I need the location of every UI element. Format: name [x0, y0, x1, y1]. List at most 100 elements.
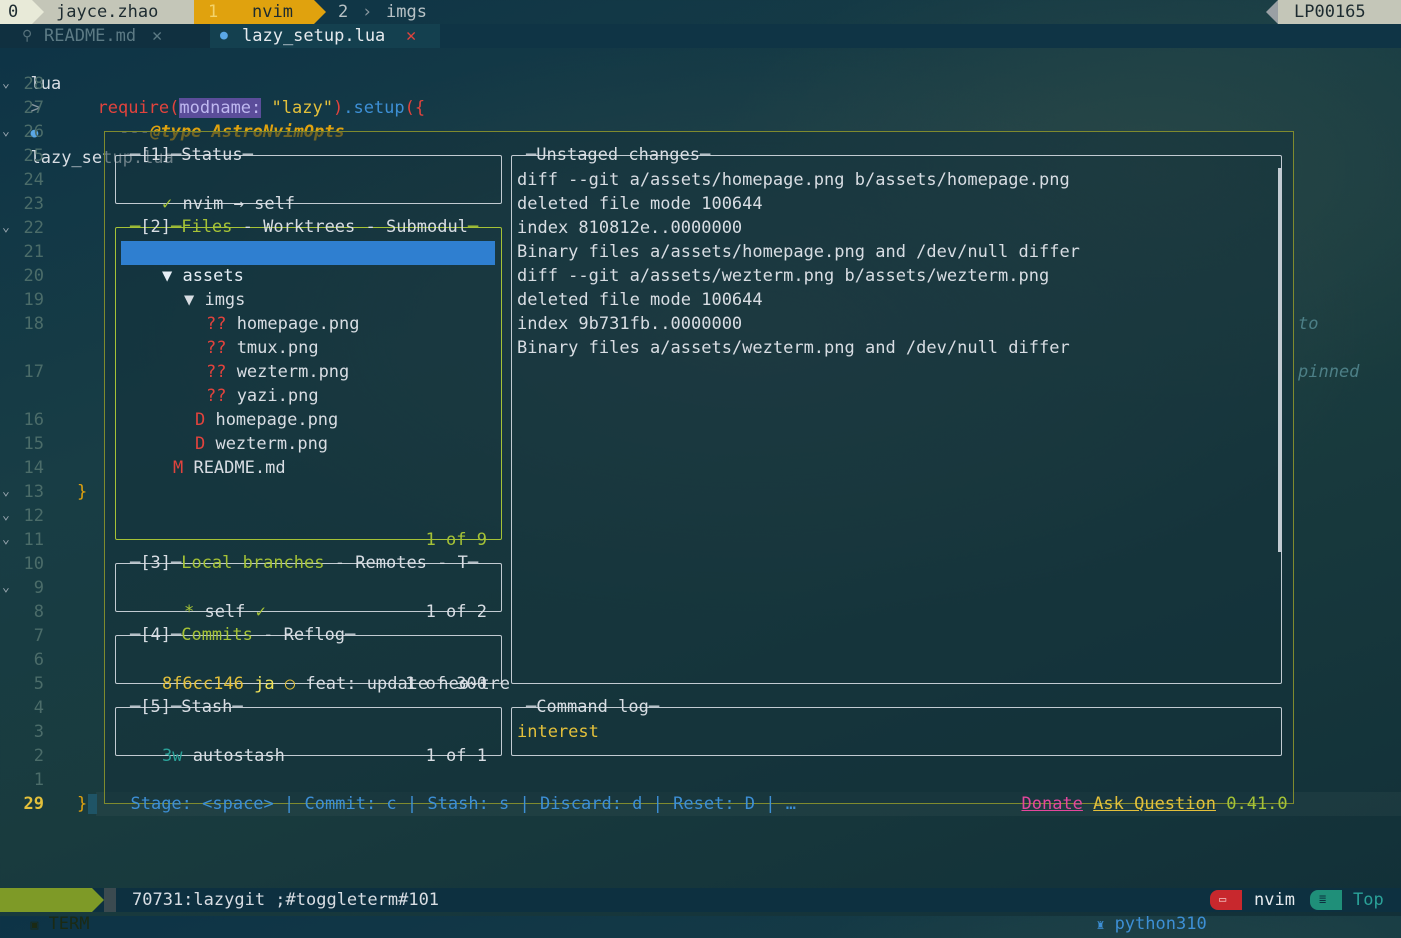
- scroll-position: Top: [1353, 890, 1384, 910]
- line-number: 23: [23, 194, 44, 214]
- tmux-window-2-name[interactable]: imgs: [378, 0, 435, 24]
- keybind-stage[interactable]: Stage: <space>: [130, 794, 273, 814]
- cursor: [88, 794, 97, 814]
- code-line-29[interactable]: }: [77, 792, 87, 816]
- panel-counter: 1 of 2: [425, 602, 487, 622]
- fold-chevron-icon[interactable]: ⌄: [2, 120, 10, 144]
- diff-panel[interactable]: ─Unstaged changes─ diff --git a/assets/h…: [511, 145, 1282, 684]
- python-env[interactable]: ♜ python310: [1076, 888, 1206, 934]
- file-tree-row[interactable]: M README.md: [132, 432, 286, 478]
- close-icon[interactable]: ✕: [406, 24, 416, 48]
- command-log-panel[interactable]: ─Command log─ interest: [511, 697, 1282, 756]
- file-tree-row[interactable]: ?? yazi.png: [165, 360, 319, 406]
- tmux-window-2-index[interactable]: 2: [330, 0, 356, 24]
- diff-line: deleted file mode 100644: [517, 290, 763, 310]
- panel-title[interactable]: Status: [181, 145, 242, 165]
- line-number: 21: [23, 242, 44, 262]
- line-number: 17: [23, 362, 44, 382]
- ask-question-link[interactable]: Ask Question: [1093, 794, 1216, 814]
- folder-icon: ▭: [1210, 890, 1242, 910]
- file-tree-row[interactable]: ?? homepage.png: [165, 288, 360, 334]
- line-number: 3: [33, 722, 44, 742]
- line-number: 14: [23, 458, 44, 478]
- panel-number: [5]: [140, 697, 171, 717]
- tmux-window-1-index[interactable]: 1: [194, 0, 234, 24]
- line-number: 16: [23, 410, 44, 430]
- tab-submodules[interactable]: Submodul: [386, 217, 468, 237]
- tmux-window-1-name[interactable]: nvim: [234, 0, 314, 24]
- close-icon[interactable]: ✕: [152, 24, 162, 48]
- keybind-more[interactable]: …: [786, 794, 796, 814]
- line-number: 8: [33, 602, 44, 622]
- line-number: 4: [33, 698, 44, 718]
- fold-chevron-icon[interactable]: ⌄: [2, 576, 10, 600]
- keybind-discard[interactable]: Discard: d: [540, 794, 642, 814]
- version-label: 0.41.0: [1226, 794, 1288, 814]
- tab-reflog[interactable]: Reflog: [284, 625, 345, 645]
- fold-chevron-icon[interactable]: ⌄: [2, 72, 10, 96]
- tab-remotes[interactable]: Remotes: [355, 553, 427, 573]
- fold-chevron-icon[interactable]: ⌄: [2, 480, 10, 504]
- files-panel[interactable]: ─[2]─Files - Worktrees - Submodul─ ▼ ass…: [115, 217, 502, 550]
- commit-hash: 8f6cc146: [161, 674, 244, 694]
- file-tree-row[interactable]: ▼ imgs: [143, 264, 245, 310]
- file-tree-row[interactable]: ▼ assets: [121, 240, 244, 286]
- file-tree-row[interactable]: D wezterm.png: [154, 408, 328, 454]
- branch-row[interactable]: * self ✓: [143, 576, 266, 622]
- buffer-tab-lazy-setup[interactable]: ● lazy_setup.lua ✕: [210, 24, 440, 48]
- code-line-28[interactable]: require(modname: "lazy").setup({: [77, 72, 425, 118]
- diff-line: diff --git a/assets/homepage.png b/asset…: [517, 170, 1070, 190]
- line-number: 19: [23, 290, 44, 310]
- line-number: 5: [33, 674, 44, 694]
- tab-commits[interactable]: Commits: [181, 625, 253, 645]
- tab-tags[interactable]: T: [458, 553, 468, 573]
- line-number: 24: [23, 170, 44, 190]
- line-number-current: 29: [23, 794, 44, 814]
- tab-local-branches[interactable]: Local branches: [181, 553, 324, 573]
- code-line-13[interactable]: }: [77, 480, 87, 504]
- check-icon: ✓: [161, 194, 173, 214]
- stash-age: 3w: [161, 746, 183, 766]
- line-number: 15: [23, 434, 44, 454]
- lua-icon: ●: [220, 28, 228, 43]
- stash-panel[interactable]: ─[5]─Stash─ 3w autostash 1 of 1: [115, 697, 502, 766]
- line-number: 25: [23, 146, 44, 166]
- panel-counter: 1 of 1: [425, 746, 487, 766]
- virtual-text: to: [1298, 314, 1319, 334]
- stash-row[interactable]: 3w autostash: [121, 720, 285, 766]
- tab-worktrees[interactable]: Worktrees: [263, 217, 355, 237]
- donate-link[interactable]: Donate: [1021, 794, 1082, 814]
- commits-panel[interactable]: ─[4]─Commits - Reflog─ 8f6cc146 ja ○ fea…: [115, 625, 510, 694]
- keybind-stash[interactable]: Stash: s: [427, 794, 509, 814]
- line-number: 18: [23, 314, 44, 334]
- fold-chevron-icon[interactable]: ⌄: [2, 528, 10, 552]
- code-line-27[interactable]: ---@type AstroNvimOpts: [99, 96, 344, 142]
- status-panel[interactable]: ─[1]─Status─ ✓ nvim → self: [115, 145, 502, 214]
- status-row[interactable]: ✓ nvim → self: [121, 168, 295, 214]
- branches-panel[interactable]: ─[3]─Local branches - Remotes - T─ * sel…: [115, 553, 502, 622]
- line-number: 2: [33, 746, 44, 766]
- panel-counter: 1 of 300: [405, 674, 487, 694]
- diff-line: index 810812e..0000000: [517, 218, 743, 238]
- scrollbar[interactable]: [1278, 168, 1282, 552]
- buffer-tab-label: lazy_setup.lua: [242, 26, 386, 46]
- fold-chevron-icon[interactable]: ⌄: [2, 504, 10, 528]
- diff-line: diff --git a/assets/wezterm.png b/assets…: [517, 266, 1050, 286]
- keybind-reset[interactable]: Reset: D: [673, 794, 755, 814]
- fold-chevron-icon[interactable]: ⌄: [2, 216, 10, 240]
- file-status: M: [172, 458, 184, 478]
- keybind-commit[interactable]: Commit: c: [305, 794, 397, 814]
- panel-title[interactable]: Stash: [181, 697, 232, 717]
- buffer-tab-readme[interactable]: ⚲ README.md ✕: [0, 24, 210, 48]
- terminal-name: 70731:lazygit ;#toggleterm#101: [132, 890, 440, 910]
- tab-files[interactable]: Files: [181, 217, 232, 237]
- buffer-tab-label: README.md: [44, 26, 137, 46]
- commit-row[interactable]: 8f6cc146 ja ○ feat: update neo-tre: [121, 648, 510, 694]
- virtual-text: pinned: [1298, 362, 1360, 382]
- file-tree-row[interactable]: ?? wezterm.png: [165, 336, 349, 382]
- file-tree-row[interactable]: D homepage.png: [154, 384, 338, 430]
- panel-title: Command log: [536, 697, 649, 717]
- diff-line: Binary files a/assets/wezterm.png and /d…: [517, 338, 1070, 358]
- panel-title: Unstaged changes: [536, 145, 701, 165]
- file-tree-row[interactable]: ?? tmux.png: [165, 312, 319, 358]
